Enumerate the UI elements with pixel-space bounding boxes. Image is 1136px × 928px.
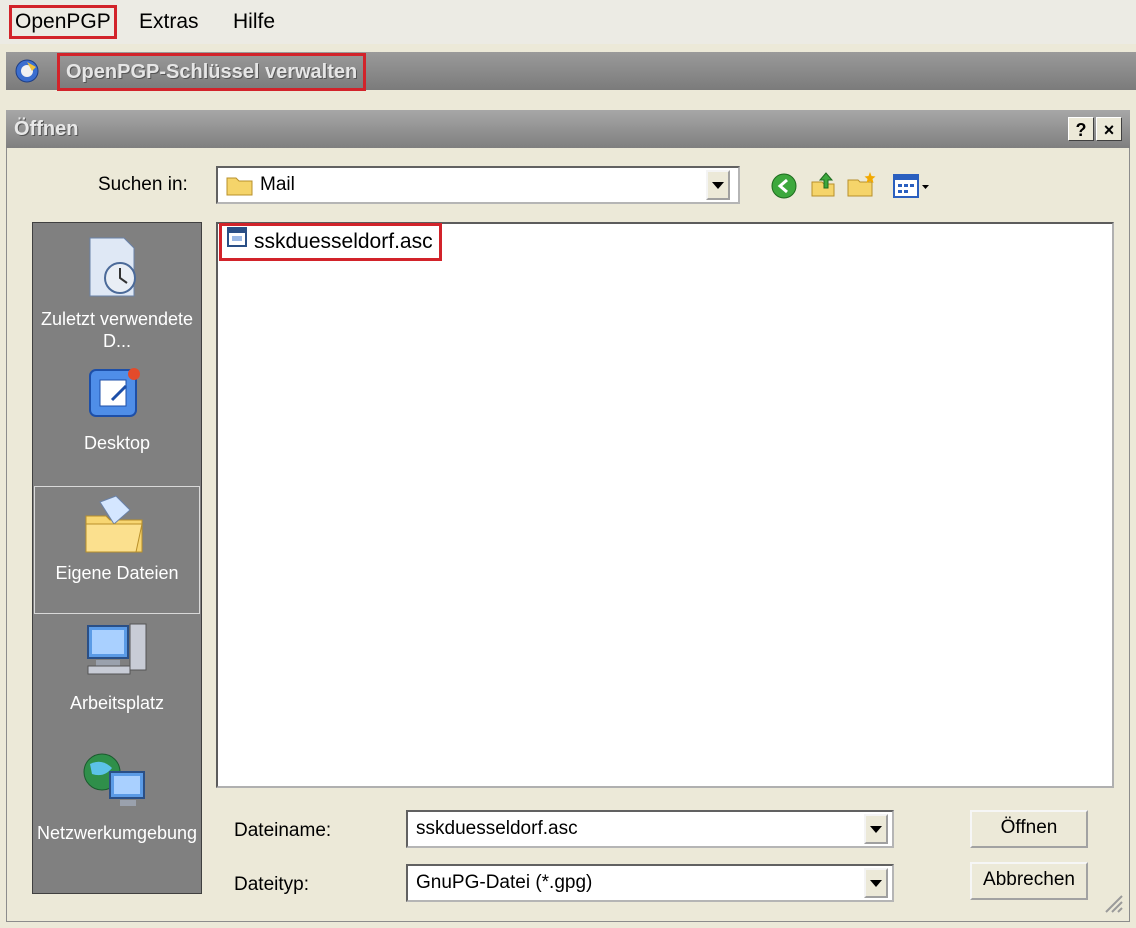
- folder-icon: [226, 173, 254, 197]
- filename-label: Dateiname:: [234, 820, 332, 841]
- desktop-icon: [82, 364, 148, 424]
- cancel-button[interactable]: Abbrechen: [970, 862, 1088, 900]
- filename-value: sskduesseldorf.asc: [416, 818, 578, 839]
- key-file-icon: [226, 226, 248, 258]
- app-logo-icon: [14, 58, 44, 84]
- file-list[interactable]: [216, 222, 1114, 788]
- filetype-value: GnuPG-Datei (*.gpg): [416, 872, 593, 893]
- dialog-title: Öffnen: [14, 118, 79, 140]
- place-my-computer-label[interactable]: Arbeitsplatz: [34, 692, 200, 714]
- my-computer-icon: [82, 620, 152, 682]
- place-recent-label[interactable]: Zuletzt verwendete D...: [34, 308, 200, 352]
- dialog-titlebar: [6, 110, 1130, 148]
- filetype-dropdown-button[interactable]: [864, 868, 888, 898]
- my-documents-icon: [82, 494, 148, 556]
- network-icon: [80, 748, 150, 812]
- filetype-label: Dateityp:: [234, 874, 309, 895]
- file-item[interactable]: sskduesseldorf.asc: [219, 223, 442, 261]
- look-in-dropdown-button[interactable]: [706, 170, 730, 200]
- recent-documents-icon: [80, 236, 150, 300]
- filename-dropdown-button[interactable]: [864, 814, 888, 844]
- help-button[interactable]: ?: [1068, 117, 1094, 141]
- open-button[interactable]: Öffnen: [970, 810, 1088, 848]
- menu-extras[interactable]: Extras: [136, 8, 202, 36]
- look-in-value: Mail: [260, 174, 295, 195]
- menu-hilfe[interactable]: Hilfe: [230, 8, 278, 36]
- new-folder-icon[interactable]: [846, 170, 878, 200]
- menu-openpgp[interactable]: OpenPGP: [9, 5, 117, 39]
- look-in-label: Suchen in:: [98, 174, 188, 195]
- place-desktop-label[interactable]: Desktop: [34, 432, 200, 454]
- resize-grip-icon[interactable]: [1100, 890, 1124, 914]
- close-button[interactable]: ×: [1096, 117, 1122, 141]
- manager-title: OpenPGP-Schlüssel verwalten: [56, 53, 367, 91]
- view-menu-icon[interactable]: [892, 172, 932, 200]
- place-network-label[interactable]: Netzwerkumgebung: [34, 822, 200, 844]
- back-icon[interactable]: [770, 172, 798, 200]
- file-item-name: sskduesseldorf.asc: [254, 230, 433, 253]
- place-my-documents-label: Eigene Dateien: [55, 563, 179, 583]
- up-folder-icon[interactable]: [808, 170, 838, 200]
